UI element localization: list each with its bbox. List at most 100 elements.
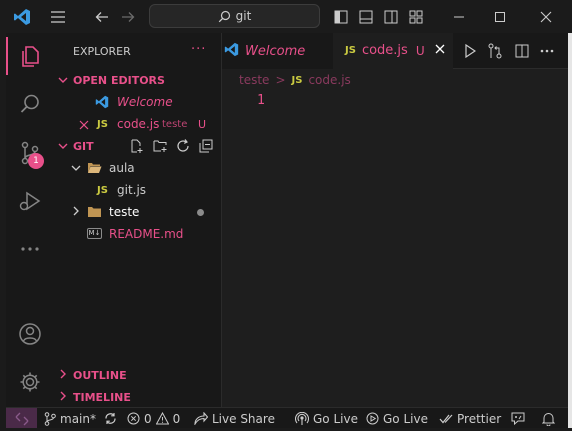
new-file-icon[interactable]: [130, 139, 144, 156]
more-actions-icon[interactable]: [536, 33, 558, 69]
go-live-label-1: Go Live: [313, 411, 358, 426]
open-editor-welcome[interactable]: Welcome: [53, 91, 222, 113]
js-file-icon: JS: [97, 118, 108, 130]
remote-indicator[interactable]: [6, 408, 37, 429]
js-file-icon: JS: [97, 184, 108, 196]
go-live-label-2: Go Live: [383, 411, 428, 426]
file-git-js[interactable]: JS git.js: [53, 179, 222, 201]
explorer-title: EXPLORER: [73, 45, 131, 58]
chevron-down-icon: [71, 161, 81, 175]
forward-arrow-icon[interactable]: [116, 0, 140, 33]
workspace-git-header[interactable]: GIT: [53, 135, 222, 157]
customize-layout-icon[interactable]: [406, 0, 426, 33]
run-debug-icon[interactable]: [6, 181, 53, 221]
toggle-primary-sidebar-icon[interactable]: [331, 0, 351, 33]
problems-status[interactable]: 0 0: [127, 408, 180, 429]
explorer-sidebar: EXPLORER ··· OPEN EDITORS Welcome JS cod…: [53, 33, 222, 407]
tab-code-js-label: code.js: [361, 43, 408, 58]
close-window-icon[interactable]: [531, 0, 561, 33]
go-live-status-2[interactable]: Go Live: [366, 408, 428, 429]
breadcrumb-folder[interactable]: teste: [239, 73, 269, 87]
folder-aula-label: aula: [109, 161, 135, 175]
live-share-icon: [194, 412, 208, 425]
notifications-bell-icon[interactable]: [542, 408, 555, 429]
remote-icon: [15, 412, 28, 425]
editor-area: Welcome JS code.js U teste > JS code.js …: [222, 33, 568, 407]
prettier-status[interactable]: Prettier: [439, 408, 501, 429]
workspace-git-label: GIT: [73, 139, 94, 153]
outline-header[interactable]: OUTLINE: [53, 364, 222, 386]
line-number: 1: [257, 93, 265, 108]
source-control-badge: 1: [28, 153, 44, 169]
vscode-file-icon: [224, 42, 239, 61]
go-live-status-1[interactable]: Go Live: [295, 408, 358, 429]
tab-welcome-label: Welcome: [245, 43, 306, 59]
sync-icon[interactable]: [104, 412, 117, 425]
minimize-window-icon[interactable]: [444, 0, 474, 33]
accounts-icon[interactable]: [6, 314, 53, 354]
warning-count: 0: [172, 411, 181, 426]
breadcrumb-file[interactable]: code.js: [308, 73, 350, 87]
title-bar: git: [0, 0, 572, 33]
file-readme-md[interactable]: M↓ README.md: [53, 223, 222, 245]
file-git-js-label: git.js: [117, 183, 147, 197]
back-arrow-icon[interactable]: [90, 0, 114, 33]
manage-gear-icon[interactable]: [6, 362, 53, 402]
split-editor-icon[interactable]: [512, 33, 532, 69]
open-editors-label: OPEN EDITORS: [73, 73, 165, 87]
chevron-right-icon: [59, 390, 67, 404]
search-text: git: [235, 9, 252, 23]
window-frame-right: [568, 33, 572, 431]
outline-label: OUTLINE: [73, 368, 127, 382]
chevron-down-icon: [58, 139, 68, 153]
open-editor-folder: teste: [162, 118, 188, 130]
folder-aula[interactable]: aula: [53, 157, 222, 179]
refresh-icon[interactable]: [176, 139, 190, 156]
new-folder-icon[interactable]: [153, 139, 168, 156]
code-line[interactable]: [276, 91, 568, 110]
folder-open-icon: [87, 162, 102, 177]
branch-status[interactable]: main*: [44, 408, 117, 429]
search-view-icon[interactable]: [6, 84, 53, 124]
command-center-search[interactable]: git: [149, 4, 320, 28]
collapse-all-icon[interactable]: [199, 139, 213, 156]
more-views-icon[interactable]: [6, 229, 53, 269]
markdown-file-icon: M↓: [87, 228, 102, 239]
run-file-icon[interactable]: [460, 33, 480, 69]
editor-tabs: Welcome JS code.js U: [222, 33, 568, 69]
chevron-down-icon: [58, 73, 68, 87]
source-control-icon[interactable]: 1: [6, 133, 53, 173]
toggle-panel-icon[interactable]: [356, 0, 376, 33]
play-circle-icon: [366, 412, 379, 425]
error-count: 0: [144, 411, 152, 426]
status-bar: main* 0 0 Live Share Go Live Go Live Pre…: [6, 407, 568, 429]
activity-bar: 1: [6, 33, 53, 407]
modified-dot: [197, 209, 204, 216]
git-branch-icon: [44, 411, 56, 426]
error-icon: [127, 412, 140, 425]
close-editor-icon[interactable]: [79, 119, 89, 133]
close-tab-icon[interactable]: [435, 43, 445, 58]
feedback-icon[interactable]: [511, 408, 525, 429]
open-editors-header[interactable]: OPEN EDITORS: [53, 69, 222, 91]
open-editor-code-js[interactable]: JS code.js teste U: [53, 113, 222, 135]
timeline-label: TIMELINE: [73, 390, 131, 404]
open-editor-welcome-label: Welcome: [117, 95, 173, 109]
live-share-status[interactable]: Live Share: [194, 408, 275, 429]
toggle-secondary-sidebar-icon[interactable]: [381, 0, 401, 33]
folder-teste-label: teste: [109, 205, 140, 219]
vscode-file-icon: [95, 95, 109, 112]
maximize-window-icon[interactable]: [485, 0, 515, 33]
menu-hamburger-icon[interactable]: [44, 0, 72, 33]
breadcrumb: teste > JS code.js: [239, 71, 351, 89]
tab-welcome[interactable]: Welcome: [222, 33, 333, 69]
folder-teste[interactable]: teste: [53, 201, 222, 223]
explorer-more-actions[interactable]: ···: [191, 42, 206, 57]
tab-untracked-status: U: [415, 43, 425, 58]
open-changes-icon[interactable]: [484, 33, 506, 69]
open-editor-code-js-label: code.js: [117, 117, 160, 131]
timeline-header[interactable]: TIMELINE: [53, 386, 222, 408]
double-check-icon: [439, 414, 453, 423]
tab-code-js[interactable]: JS code.js U: [333, 33, 453, 69]
explorer-icon[interactable]: [6, 36, 53, 76]
